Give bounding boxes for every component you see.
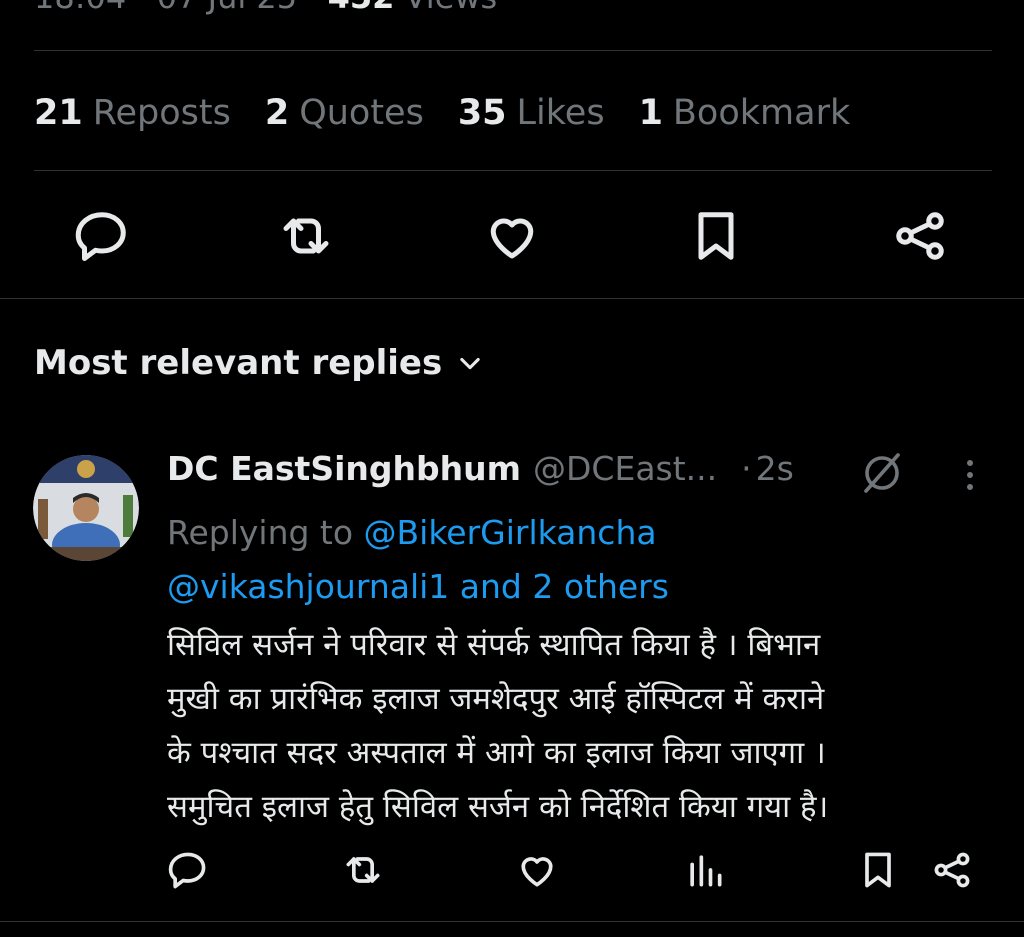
replies-sort-label: Most relevant replies [34,343,443,383]
share-icon[interactable] [890,206,950,266]
avatar[interactable] [33,455,139,561]
reply-icon[interactable] [72,206,132,266]
reply-text-line: समुचित इलाज हेतु सिविल सर्जन को निर्देशि… [167,789,829,825]
bookmark-icon[interactable] [686,206,746,266]
tweet-meta: 18:04 · 07 Jul 25 · 452 Views [34,0,497,16]
reply-author-name[interactable]: DC EastSinghbhum [167,449,521,488]
reply-header: DC EastSinghbhum @DCEast... · 2s [167,449,794,488]
tweet-time: 18:04 [34,0,126,16]
reply-text: सिविल सर्जन ने परिवार से संपर्क स्थापित … [167,618,997,834]
divider [34,170,992,171]
divider [0,921,1024,922]
views-label: Views [405,0,498,16]
views-icon[interactable] [683,848,727,892]
engagement-stats: 21 Reposts 2 Quotes 35 Likes 1 Bookmark [34,93,850,133]
divider [0,298,1024,299]
divider [34,50,992,51]
replying-prefix: Replying to [167,513,354,552]
tweet-date: 07 Jul 25 [157,0,297,16]
like-icon[interactable] [515,848,559,892]
reply-timestamp[interactable]: 2s [756,449,794,488]
replies-sort-button[interactable]: Most relevant replies [34,343,484,383]
repost-icon[interactable] [341,848,385,892]
reposts-stat[interactable]: 21 Reposts [34,93,231,133]
grok-icon[interactable] [858,449,906,497]
views-count: 452 [328,0,395,16]
like-icon[interactable] [482,206,542,266]
bookmarks-stat[interactable]: 1 Bookmark [639,93,851,133]
more-options-icon[interactable] [955,455,985,495]
mention-link[interactable]: @BikerGirlkancha [364,513,657,552]
reply-author-handle[interactable]: @DCEast... [533,449,717,488]
reply-icon[interactable] [166,848,210,892]
share-icon[interactable] [930,848,974,892]
bookmark-icon[interactable] [856,848,900,892]
reply-text-line: मुखी का प्रारंभिक इलाज जमशेदपुर आई हॉस्प… [167,681,825,717]
separator-dot: · [741,449,752,488]
mention-link[interactable]: @vikashjournali1 and 2 others [167,567,669,606]
likes-stat[interactable]: 35 Likes [458,93,605,133]
chevron-down-icon [460,357,480,370]
repost-icon[interactable] [276,206,336,266]
replying-to: Replying to @BikerGirlkancha @vikashjour… [167,506,669,614]
quotes-stat[interactable]: 2 Quotes [265,93,424,133]
reply-text-line: के पश्चात सदर अस्पताल में आगे का इलाज कि… [167,735,826,771]
reply-text-line: सिविल सर्जन ने परिवार से संपर्क स्थापित … [167,627,821,663]
